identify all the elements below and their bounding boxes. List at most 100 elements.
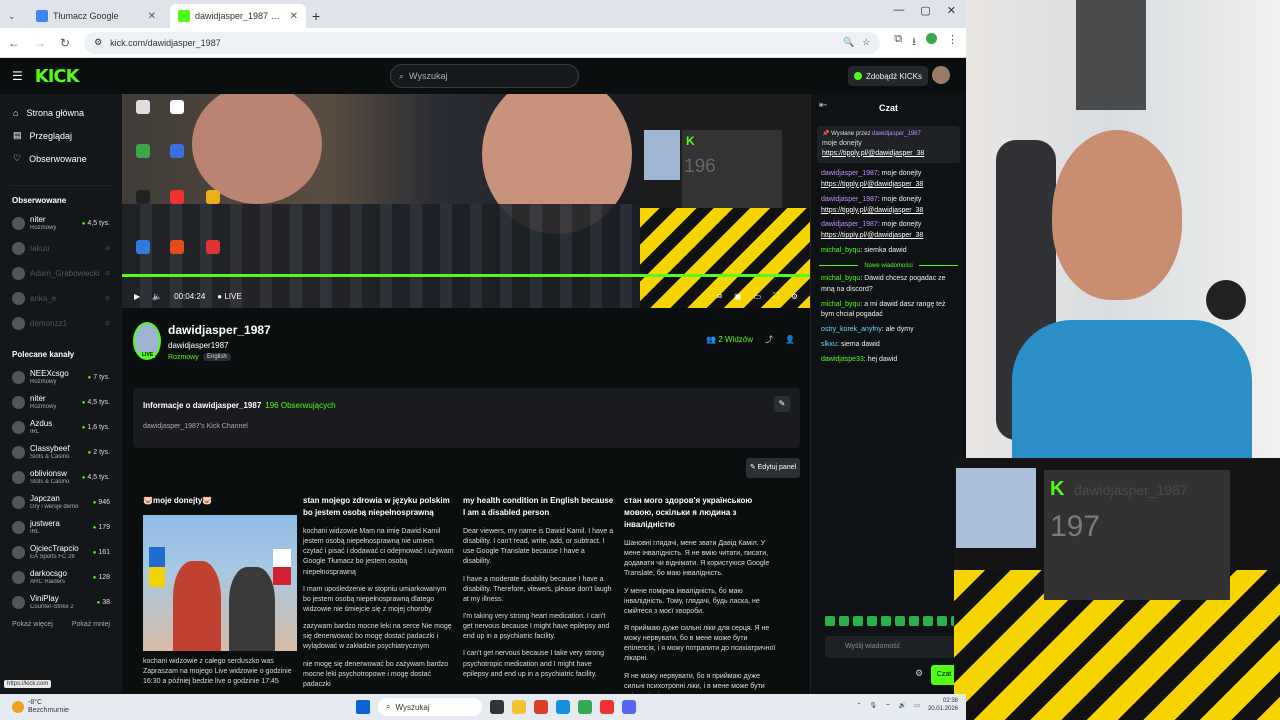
followed-channel[interactable]: Adam_Grabowiecki ⊘ (0, 261, 122, 286)
profile-icon[interactable] (926, 33, 937, 44)
chat-link[interactable]: https://tipply.pl/@dawidjasper_38 (821, 181, 923, 188)
volume-icon[interactable]: 🔈 (152, 292, 162, 301)
recommended-channel[interactable]: AzdusIRL 1,6 tys. (0, 415, 122, 440)
extensions-icon[interactable]: ⧉ (894, 33, 902, 52)
task-view-icon[interactable] (490, 700, 504, 714)
site-info-icon[interactable]: ⚙ (94, 37, 102, 48)
chat-username[interactable]: michal_byqu (821, 301, 860, 308)
emote-icon[interactable] (867, 616, 877, 626)
chat-username[interactable]: dawidjasper_1987 (821, 170, 878, 177)
battery-icon[interactable]: ▭ (914, 702, 920, 709)
followed-channel[interactable]: demonzz1 ⊘ (0, 311, 122, 336)
recommended-channel[interactable]: oblivionswSlots & Casino 4,5 tys. (0, 465, 122, 490)
chat-username[interactable]: ostry_korek_anyfny (821, 326, 882, 333)
search-input[interactable]: ⌕ Wyszukaj (390, 64, 579, 88)
sidebar-item-browse[interactable]: ▤ Przeglądaj (0, 124, 122, 147)
recommended-channel[interactable]: niterRozmowy 4,5 tys. (0, 390, 122, 415)
chat-link[interactable]: https://tipply.pl/@dawidjasper_38 (821, 232, 923, 239)
followed-channel[interactable]: niterRozmowy 4,5 tys. (0, 211, 122, 236)
edit-panel-button[interactable]: ✎ Edytuj panel (746, 458, 800, 478)
edit-about-button[interactable]: ✎ (774, 396, 790, 412)
chat-username[interactable]: slkxu (821, 341, 837, 348)
back-icon[interactable]: ← (8, 36, 20, 50)
user-avatar[interactable] (932, 66, 950, 84)
followed-channel[interactable]: takuu ⊘ (0, 236, 122, 261)
chat-username[interactable]: dawidjasper_1987 (821, 196, 878, 203)
maximize-icon[interactable]: ▢ (920, 4, 930, 17)
pinned-user[interactable]: dawidjasper_1987 (872, 131, 921, 137)
discord-icon[interactable] (622, 700, 636, 714)
emote-icon[interactable] (937, 616, 947, 626)
chat-settings-icon[interactable]: ⚙ (915, 668, 923, 679)
tray-chevron-icon[interactable]: ⌃ (857, 702, 862, 709)
weather-widget[interactable]: -8°C Bezchmurnie (0, 699, 69, 714)
close-tab-icon[interactable]: ✕ (290, 11, 298, 22)
download-icon[interactable]: ⭳ (912, 33, 916, 52)
show-less-link[interactable]: Pokaż mniej (72, 621, 110, 628)
chat-username[interactable]: dawidjaspe33 (821, 356, 864, 363)
clip-icon[interactable]: ⧈ (717, 291, 722, 301)
chat-input[interactable]: Wyślij wiadomość (825, 636, 957, 658)
emote-icon[interactable] (853, 616, 863, 626)
tab-google-translate[interactable]: Tłumacz Google ✕ (28, 4, 164, 28)
channel-tag[interactable]: English (203, 353, 231, 361)
share-icon[interactable]: ⤴ (765, 334, 773, 345)
video-player[interactable]: K 196 ▶ 🔈 00:04:24 ● LIVE ⧈ ▣ ▭ ⛶ ⚙ (122, 94, 810, 308)
recommended-channel[interactable]: darkocsgoARC Raiders 128 (0, 565, 122, 590)
chat-username[interactable]: michal_byqu (821, 247, 860, 254)
close-window-icon[interactable]: ✕ (947, 4, 956, 17)
file-explorer-icon[interactable] (512, 700, 526, 714)
sidebar-item-home[interactable]: ⌂ Strona główna (0, 102, 122, 124)
hamburger-icon[interactable]: ☰ (12, 69, 23, 83)
bookmark-star-icon[interactable]: ☆ (862, 37, 870, 48)
menu-dots-icon[interactable]: ⋮ (947, 33, 958, 52)
recommended-channel[interactable]: ClassybeefSlots & Casino 2 tys. (0, 440, 122, 465)
windows-start-icon[interactable] (356, 700, 370, 714)
tab-list-icon[interactable]: ⌄ (8, 11, 22, 22)
emote-icon[interactable] (839, 616, 849, 626)
settings-gear-icon[interactable]: ⚙ (791, 292, 798, 301)
show-more-link[interactable]: Pokaż więcej (12, 621, 53, 628)
chat-link[interactable]: https://tipply.pl/@dawidjasper_38 (821, 207, 923, 214)
minimize-icon[interactable]: — (893, 4, 904, 17)
forward-icon[interactable]: → (34, 36, 46, 50)
emote-icon[interactable] (895, 616, 905, 626)
channel-category-link[interactable]: Rozmowy (168, 354, 199, 361)
emote-icon[interactable] (825, 616, 835, 626)
theater-icon[interactable]: ▭ (754, 292, 762, 301)
edge-icon[interactable] (556, 700, 570, 714)
user-menu-icon[interactable]: 👤 (785, 335, 795, 344)
emote-icon[interactable] (881, 616, 891, 626)
pinned-link[interactable]: https://tipply.pl/@dawidjasper_38 (822, 149, 955, 159)
speaker-icon[interactable]: 🔊 (899, 702, 906, 709)
emote-icon[interactable] (909, 616, 919, 626)
app-icon[interactable] (600, 700, 614, 714)
new-tab-button[interactable]: + (312, 8, 320, 24)
panel-family-photo[interactable] (143, 515, 297, 651)
fullscreen-icon[interactable]: ⛶ (773, 291, 779, 301)
mic-icon[interactable]: 🎙 (870, 702, 878, 709)
clock[interactable]: 02:38 20.01.2026 (928, 698, 958, 713)
tab-kick-stream[interactable]: dawidjasper_1987 Stream - Wa ✕ (170, 4, 306, 28)
recommended-channel[interactable]: NEEXcsgoRozmowy 7 tys. (0, 365, 122, 390)
taskbar-search[interactable]: ⌕ Wyszukaj (378, 698, 482, 716)
chrome-icon[interactable] (578, 700, 592, 714)
followed-channel[interactable]: anka_e ⊘ (0, 286, 122, 311)
app-icon[interactable] (534, 700, 548, 714)
wifi-icon[interactable]: ⌔ (885, 702, 891, 710)
recommended-channel[interactable]: JapczanGry i wersje demo 946 (0, 490, 122, 515)
recommended-channel[interactable]: OjciecTrapcioEA Sports FC 26 161 (0, 540, 122, 565)
close-tab-icon[interactable]: ✕ (148, 11, 156, 22)
sidebar-item-following[interactable]: ♡ Obserwowane (0, 147, 122, 170)
zoom-icon[interactable]: 🔍 (843, 37, 854, 48)
video-progress-bar[interactable] (122, 274, 810, 277)
chat-username[interactable]: dawidjasper_1987 (821, 221, 878, 228)
play-icon[interactable]: ▶ (134, 292, 140, 301)
reload-icon[interactable]: ↻ (60, 36, 70, 50)
recommended-channel[interactable]: ViniPlayCounter-Strike 2 38 (0, 590, 122, 615)
url-input[interactable]: ⚙ kick.com/dawidjasper_1987 🔍 ☆ (84, 31, 881, 54)
kick-logo[interactable]: KICK (35, 66, 80, 87)
chat-username[interactable]: michal_byqu (821, 275, 860, 282)
get-kicks-button[interactable]: Zdobądź KICKs (847, 66, 928, 86)
recommended-channel[interactable]: justweraIRL 179 (0, 515, 122, 540)
